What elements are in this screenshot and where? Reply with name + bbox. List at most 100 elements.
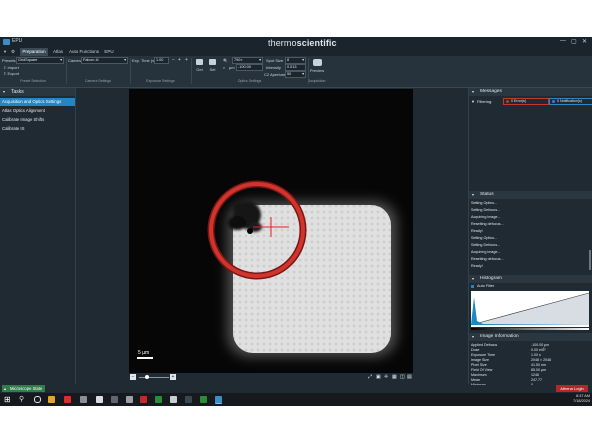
epu-taskbar-icon[interactable] [215, 396, 222, 404]
tasks-header[interactable]: ▾ Tasks [0, 88, 75, 96]
task-view-icon[interactable] [34, 396, 41, 403]
tab-auto-functions[interactable]: Auto Functions [68, 48, 100, 56]
app-icon-9[interactable] [200, 396, 207, 403]
image-info-header[interactable]: ▾ Image Information [469, 333, 592, 341]
set-button[interactable]: Set [207, 67, 218, 72]
zoom-in-icon[interactable]: + [170, 374, 176, 380]
tab-preparation[interactable]: Preparation [20, 48, 48, 56]
actual-size-icon[interactable]: ▣ [376, 374, 381, 380]
settings-icon[interactable]: ⚙ [10, 48, 16, 56]
errors-filter[interactable]: 0 Error(s) [503, 98, 549, 105]
taskbar-clock[interactable]: 8:37 AM 7/18/2024 [562, 394, 590, 404]
zoom-out-icon[interactable]: − [130, 374, 136, 380]
info-key: Pixel Size [471, 363, 487, 367]
histogram-header[interactable]: ▾ Histogram [469, 275, 592, 283]
main-tabs: ▾ ⚙ Preparation Atlas Auto Functions EPU [0, 48, 592, 56]
app-icon-8[interactable] [185, 396, 192, 403]
task-calibrate-image-shifts[interactable]: Calibrate Image Shifts [0, 116, 75, 124]
camera-select[interactable]: Falcon 4i ▾ [81, 57, 128, 64]
app-icon-3[interactable] [111, 396, 118, 403]
status-line: Acquiring image... [471, 250, 501, 254]
c2-aperture-select[interactable]: 50 ▾ [285, 71, 306, 78]
status-line: Setting Optics... [471, 236, 498, 240]
windows-start-icon[interactable]: ⊞ [4, 395, 11, 404]
get-icon[interactable] [196, 59, 203, 65]
notifications-label: 0 Notification(s) [557, 99, 582, 103]
defocus-input[interactable]: -100.00 [236, 64, 263, 71]
info-key: Exposure Time [471, 353, 495, 357]
info-value: 41.50 nm [531, 363, 546, 367]
section-preset-selection: Preset Selection [20, 79, 46, 83]
c2-aperture-value: 50 [287, 72, 292, 76]
status-header[interactable]: ▾ Status [469, 191, 592, 199]
overlay-toggle-icon[interactable]: ◫ [400, 374, 405, 380]
app-icon-6[interactable] [155, 396, 162, 403]
maximize-icon[interactable]: ▢ [571, 38, 577, 45]
chevron-down-icon: ▾ [472, 89, 475, 94]
chevron-down-icon: ▾ [472, 334, 475, 339]
minimize-icon[interactable]: — [560, 38, 566, 44]
minus-icon[interactable]: − [172, 57, 175, 63]
presets-select[interactable]: GridSquare ▾ [16, 57, 64, 64]
import-button[interactable]: ⇩ Import [3, 65, 19, 70]
task-calibrate-is[interactable]: Calibrate IS [0, 125, 75, 133]
crosshair-toggle-icon[interactable]: ✛ [384, 374, 388, 380]
task-acquisition-optics-settings[interactable]: Acquisition and Optics Settings [0, 98, 75, 106]
status-line: Ready! [471, 229, 483, 233]
tab-epu[interactable]: EPU [102, 48, 116, 56]
ribbon-toolbar: Presets GridSquare ▾ ⇩ Import ⇧ Export Ca… [0, 56, 592, 88]
plus-icon[interactable]: + [185, 57, 188, 63]
microscope-state-button[interactable]: ▴ Microscope State [2, 385, 45, 392]
status-line: Acquiring image... [471, 215, 501, 219]
athena-login-button[interactable]: Athena Login [556, 385, 588, 392]
chevron-down-icon: ▾ [302, 58, 304, 62]
intensity-input[interactable]: 0.013 [285, 64, 306, 71]
scale-bar-label: 5 µm [138, 350, 150, 356]
auto-filter-checkbox[interactable] [471, 285, 474, 288]
get-button[interactable]: Get [194, 67, 205, 72]
file-explorer-icon[interactable] [48, 396, 55, 403]
tab-atlas[interactable]: Atlas [50, 48, 66, 56]
filtering-label: Filtering: [477, 99, 493, 104]
set-icon[interactable] [209, 59, 216, 65]
import-icon: ⇩ [3, 65, 7, 70]
spot-size-select[interactable]: 8 ▾ [285, 57, 306, 64]
info-value: 1246 [531, 373, 539, 377]
zoom-slider-thumb[interactable] [145, 375, 149, 379]
pdf-reader-icon[interactable] [64, 396, 71, 403]
histogram-gradient [471, 328, 589, 330]
info-key: Dose [471, 348, 480, 352]
app-icon-4[interactable] [126, 396, 133, 403]
close-icon[interactable]: ✕ [582, 38, 587, 45]
clock-date: 7/18/2024 [573, 399, 590, 403]
image-viewer[interactable]: 5 µm [129, 89, 413, 373]
task-atlas-optics-alignment[interactable]: Atlas Optics Alignment [0, 107, 75, 115]
app-icon-2[interactable] [96, 396, 103, 403]
notifications-filter[interactable]: 0 Notification(s) [549, 98, 592, 105]
menu-dropdown-icon[interactable]: ▾ [2, 48, 8, 56]
viewer-toolbar: − + ⤢ ▣ ✛ ▦ ◫ ▤ [129, 373, 413, 383]
zoom-slider[interactable] [139, 377, 169, 378]
tasks-pane: ▾ Tasks Acquisition and Optics Settings … [0, 88, 76, 384]
export-button[interactable]: ⇧ Export [3, 71, 19, 76]
magnification-select[interactable]: 790× ▾ [232, 57, 263, 64]
save-image-icon[interactable]: ▤ [407, 374, 412, 380]
camera-icon[interactable] [313, 59, 322, 66]
preview-button[interactable]: Preview [308, 68, 326, 73]
messages-header[interactable]: ▾ Messages [469, 88, 592, 96]
histogram-plot[interactable] [471, 291, 589, 327]
fit-view-icon[interactable]: ⤢ [368, 374, 372, 380]
status-scrollbar[interactable] [589, 250, 591, 270]
plus-icon[interactable]: + [178, 57, 181, 63]
search-icon[interactable]: ⚲ [19, 395, 24, 403]
errors-label: 0 Error(s) [511, 99, 527, 103]
grid-toggle-icon[interactable]: ▦ [392, 374, 397, 380]
exp-time-input[interactable]: 1.00 [154, 57, 169, 64]
app-icon-5[interactable] [140, 396, 147, 403]
app-icon-7[interactable] [170, 396, 177, 403]
app-icon-1[interactable] [80, 396, 87, 403]
status-line: Setting Defocus... [471, 208, 501, 212]
info-value: 85.00 µm [531, 368, 547, 372]
intensity-label: Intensity [266, 65, 281, 70]
c2-aperture-label: C2 Aperture [264, 72, 286, 77]
